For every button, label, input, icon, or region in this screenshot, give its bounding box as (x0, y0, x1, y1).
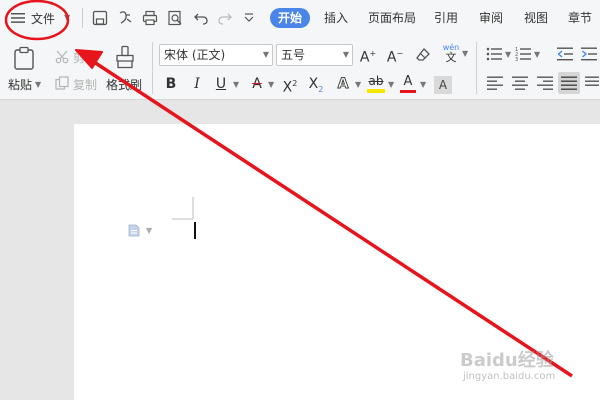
annotation-arrow (93, 60, 573, 378)
annotation-overlay (4, 0, 573, 378)
annotation-circle (4, 0, 70, 41)
watermark-brand: Baidu经验 (460, 350, 554, 371)
watermark-url: jingyan.baidu.com (463, 371, 556, 382)
